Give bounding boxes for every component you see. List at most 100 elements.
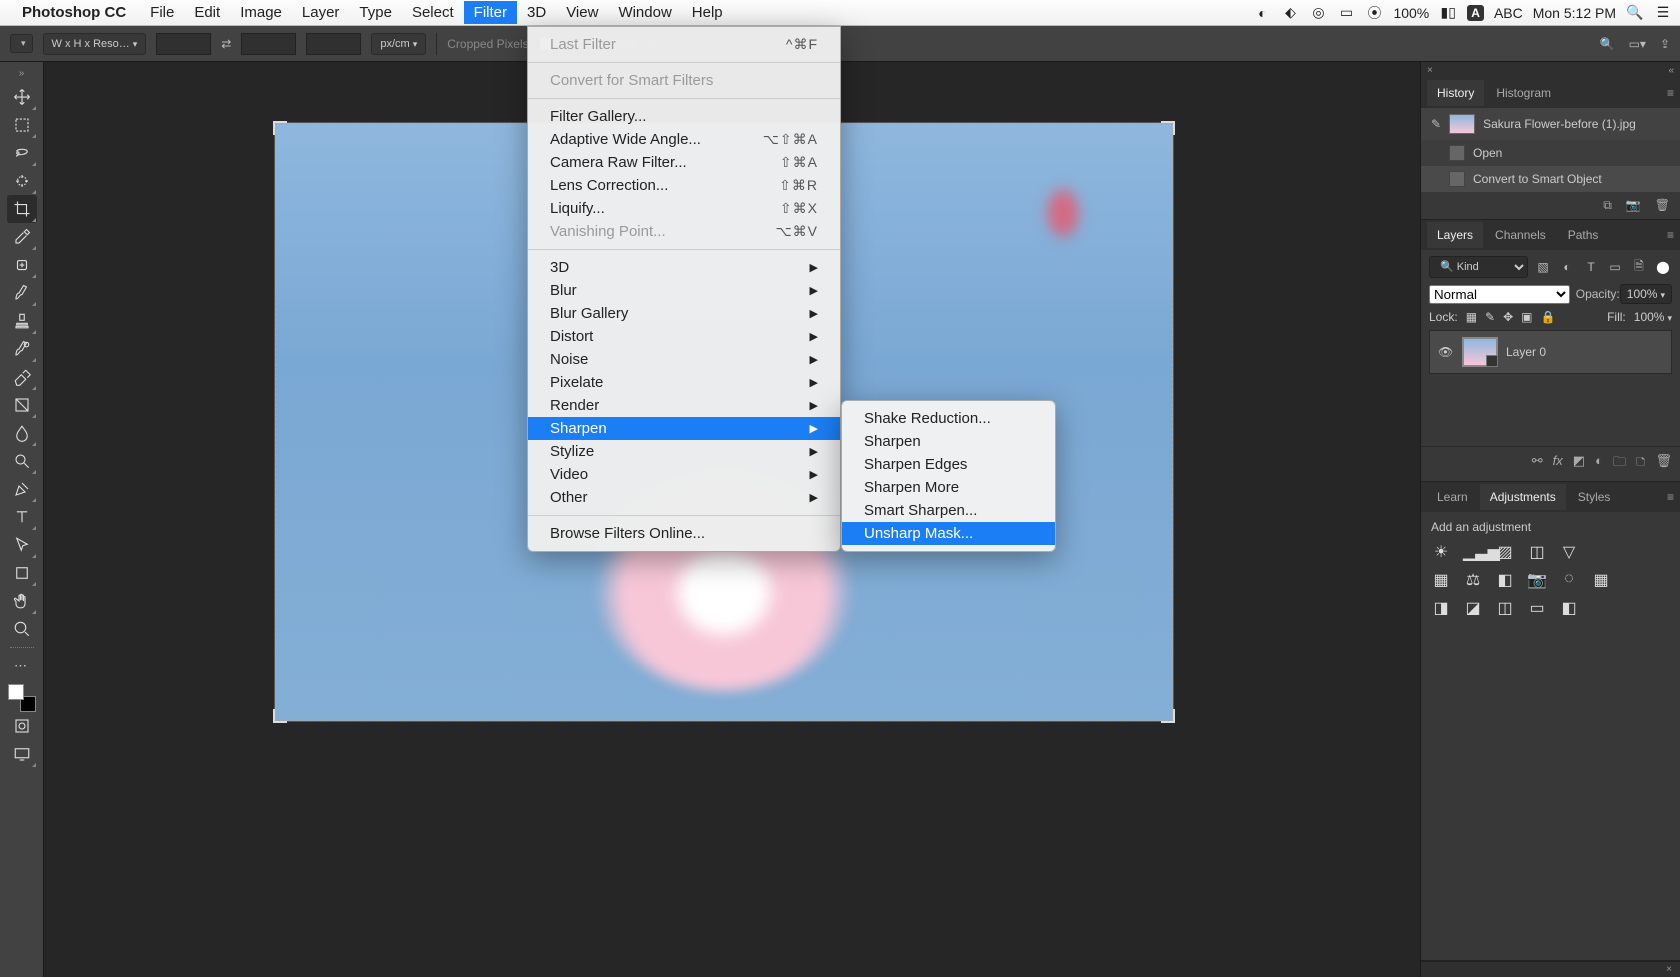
mask-icon[interactable]: ◩ (1573, 453, 1585, 475)
screen-mode-tool[interactable] (7, 740, 37, 768)
crop-res-input[interactable] (306, 33, 361, 55)
cc-icon[interactable]: ◎ (1309, 4, 1327, 21)
zoom-tool[interactable] (7, 615, 37, 643)
marquee-tool[interactable] (7, 111, 37, 139)
eyedropper-tool[interactable] (7, 223, 37, 251)
battery-percent[interactable]: 100% (1393, 5, 1429, 21)
crop-preset-dropdown[interactable]: W x H x Reso… (43, 33, 147, 55)
panel-menu-icon[interactable]: ≡ (1667, 86, 1674, 100)
menu-type[interactable]: Type (349, 1, 402, 24)
move-tool[interactable] (7, 83, 37, 111)
lock-artboard-icon[interactable]: ▣ (1521, 310, 1532, 324)
delete-layer-icon[interactable]: 🗑 (1655, 453, 1672, 475)
filter-smart-icon[interactable]: 🗎 (1630, 257, 1648, 278)
visibility-icon[interactable]: 👁 (1438, 345, 1454, 359)
fill-value[interactable]: 100% (1634, 310, 1672, 324)
filter-blur-gallery[interactable]: Blur Gallery▶ (528, 302, 840, 325)
filter-browse-online[interactable]: Browse Filters Online... (528, 522, 840, 545)
exposure-icon[interactable]: ◫ (1527, 542, 1547, 562)
mixer-icon[interactable]: ◌ (1559, 570, 1579, 590)
stamp-tool[interactable] (7, 307, 37, 335)
filter-lens-correction[interactable]: Lens Correction...⇧⌘R (528, 174, 840, 197)
filter-vanishing[interactable]: Vanishing Point...⌥⌘V (528, 220, 840, 243)
hue-icon[interactable]: ▦ (1431, 570, 1451, 590)
filter-blur[interactable]: Blur▶ (528, 279, 840, 302)
blur-tool[interactable] (7, 419, 37, 447)
shape-tool[interactable] (7, 559, 37, 587)
workspace-icon[interactable]: ▭▾ (1629, 37, 1646, 51)
input-label[interactable]: ABC (1494, 5, 1523, 21)
tab-adjustments[interactable]: Adjustments (1480, 484, 1566, 510)
bottom-panel-close-icon[interactable]: × (1666, 964, 1672, 975)
spotlight-icon[interactable]: 🔍 (1626, 4, 1644, 21)
filter-noise[interactable]: Noise▶ (528, 348, 840, 371)
selective-icon[interactable]: ◧ (1559, 598, 1579, 618)
swap-icon[interactable]: ⇄ (221, 37, 231, 51)
filter-shape-icon[interactable]: ▭ (1606, 260, 1624, 274)
tab-histogram[interactable]: Histogram (1486, 80, 1561, 106)
lock-brush-icon[interactable]: ✎ (1485, 310, 1495, 324)
crop-handle-tl[interactable] (273, 121, 289, 137)
filter-pixel-icon[interactable]: ▧ (1534, 260, 1552, 274)
sharpen-unsharp-mask[interactable]: Unsharp Mask... (842, 522, 1055, 545)
filter-3d[interactable]: 3D▶ (528, 256, 840, 279)
opacity-value[interactable]: 100% (1620, 284, 1672, 304)
vibrance-icon[interactable]: ▽ (1559, 542, 1579, 562)
share-icon[interactable]: ⇪ (1660, 37, 1670, 51)
tab-channels[interactable]: Channels (1485, 222, 1556, 248)
menu-list-icon[interactable]: ☰ (1654, 4, 1672, 21)
crop-handle-bl[interactable] (273, 707, 289, 723)
fx-icon[interactable]: fx (1553, 453, 1563, 475)
panel-menu-icon[interactable]: ≡ (1667, 490, 1674, 504)
link-layers-icon[interactable]: ⚯ (1532, 453, 1543, 475)
healing-tool[interactable] (7, 251, 37, 279)
snapshot-icon[interactable]: 📷 (1626, 198, 1641, 213)
menu-layer[interactable]: Layer (292, 1, 350, 24)
menu-help[interactable]: Help (682, 1, 733, 24)
lock-pos-icon[interactable]: ✥ (1503, 310, 1513, 324)
group-icon[interactable]: 🗀 (1613, 453, 1626, 475)
filter-camera-raw[interactable]: Camera Raw Filter...⇧⌘A (528, 151, 840, 174)
layer-filter-kind[interactable]: 🔍 Kind (1429, 256, 1528, 278)
menu-view[interactable]: View (556, 1, 608, 24)
hand-tool[interactable] (7, 587, 37, 615)
tab-styles[interactable]: Styles (1568, 484, 1621, 510)
pen-tool[interactable] (7, 475, 37, 503)
menu-file[interactable]: File (140, 1, 184, 24)
filter-convert-smart[interactable]: Convert for Smart Filters (528, 69, 840, 92)
sharpen-smart[interactable]: Smart Sharpen... (842, 499, 1055, 522)
history-brush-tool[interactable] (7, 335, 37, 363)
delete-state-icon[interactable]: 🗑 (1655, 198, 1670, 213)
history-step[interactable]: Open (1421, 140, 1680, 166)
clock[interactable]: Mon 5:12 PM (1533, 5, 1616, 21)
edit-toolbar-tool[interactable]: ⋯ (7, 652, 37, 680)
curves-icon[interactable]: ▨ (1495, 542, 1515, 562)
tab-layers[interactable]: Layers (1427, 222, 1483, 248)
crop-tool[interactable] (7, 195, 37, 223)
dodge-tool[interactable] (7, 447, 37, 475)
filter-render[interactable]: Render▶ (528, 394, 840, 417)
layer-name[interactable]: Layer 0 (1506, 345, 1546, 359)
bw-icon[interactable]: ◧ (1495, 570, 1515, 590)
brightness-icon[interactable]: ☀ (1431, 542, 1451, 562)
wifi-icon[interactable]: ⦿ (1365, 3, 1383, 23)
sharpen-shake-reduction[interactable]: Shake Reduction... (842, 407, 1055, 430)
battery-icon[interactable]: ▮▯ (1439, 4, 1457, 21)
threshold-icon[interactable]: ◫ (1495, 598, 1515, 618)
filter-last[interactable]: Last Filter^⌘F (528, 33, 840, 56)
app-name[interactable]: Photoshop CC (22, 4, 126, 21)
gradmap-icon[interactable]: ▭ (1527, 598, 1547, 618)
fg-bg-swatch[interactable] (8, 684, 36, 712)
dnd-icon[interactable]: ◐ (1253, 5, 1271, 21)
filter-gallery[interactable]: Filter Gallery... (528, 105, 840, 128)
lasso-tool[interactable] (7, 139, 37, 167)
blend-mode-dropdown[interactable]: Normal (1429, 285, 1570, 304)
lock-all-icon[interactable]: 🔒 (1541, 310, 1556, 324)
history-document-row[interactable]: ✎ Sakura Flower-before (1).jpg (1421, 108, 1680, 140)
path-select-tool[interactable] (7, 531, 37, 559)
posterize-icon[interactable]: ◪ (1463, 598, 1483, 618)
search-icon[interactable]: 🔍 (1600, 37, 1615, 51)
lut-icon[interactable]: ▦ (1591, 570, 1611, 590)
filter-stylize[interactable]: Stylize▶ (528, 440, 840, 463)
crop-handle-br[interactable] (1159, 707, 1175, 723)
